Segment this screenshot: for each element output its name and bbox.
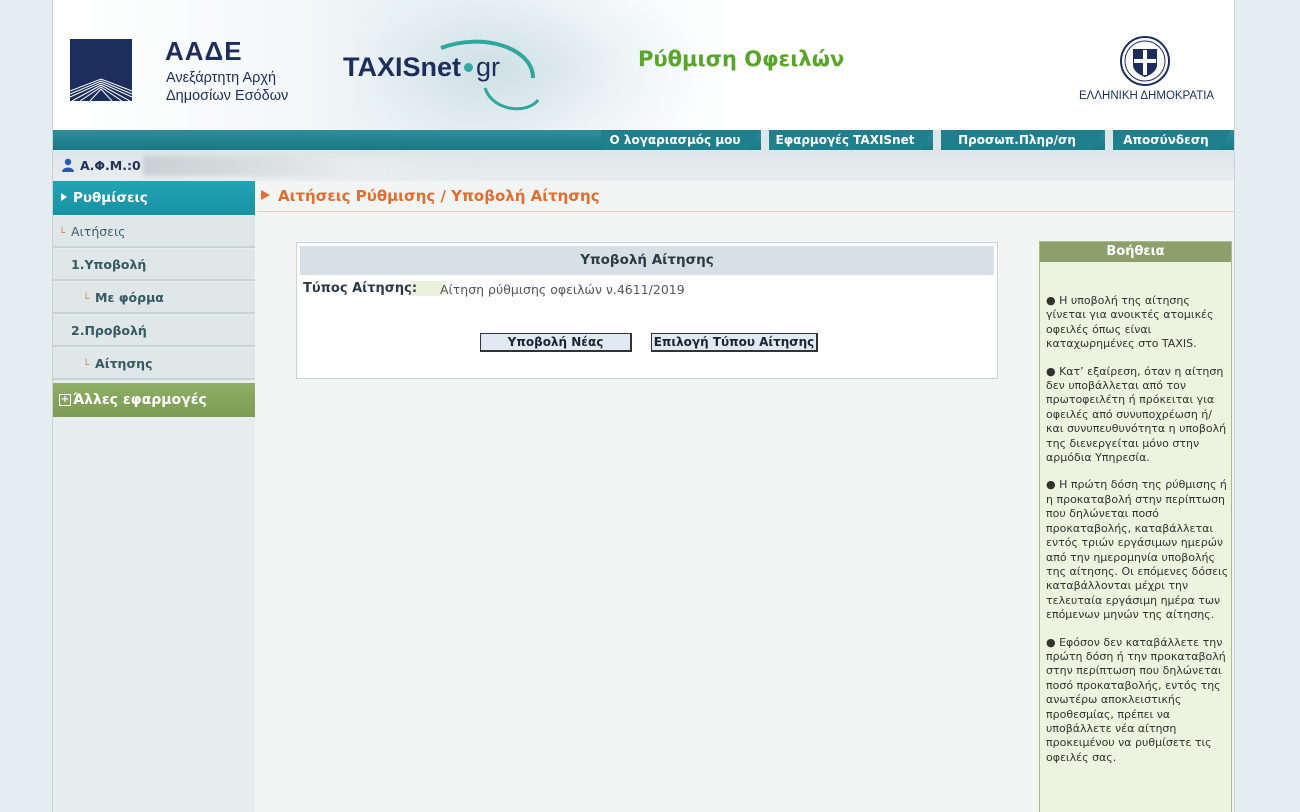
- help-box: Βοήθεια ● Η υποβολή της αίτησης γίνεται …: [1039, 241, 1232, 812]
- branch-icon: └: [83, 360, 90, 371]
- sidebar-item-label: Αιτήσεις: [71, 224, 126, 239]
- nav-tab-personal-info[interactable]: Προσωπ.Πληρ/ση: [941, 130, 1105, 150]
- user-icon: [62, 158, 74, 172]
- afm-label: Α.Φ.Μ.:0: [80, 158, 141, 173]
- help-paragraph: ● Η πρώτη δόση της ρύθμισης ή η προκαταβ…: [1046, 478, 1229, 622]
- taxisnet-logo-main: TAXISnet: [343, 52, 462, 82]
- afm-redacted-value: [143, 156, 483, 176]
- breadcrumb-text: Αιτήσεις Ρύθμισης / Υποβολή Αίτησης: [278, 187, 600, 205]
- sidebar-item-other-apps[interactable]: + Άλλες εφαρμογές: [53, 383, 255, 417]
- taxisnet-logo: TAXISnet gr: [343, 52, 500, 83]
- sidebar-item-with-form[interactable]: └ Με φόρμα: [53, 282, 255, 314]
- sidebar-item-label: Με φόρμα: [95, 290, 164, 305]
- aade-subtitle-line1: Ανεξάρτητη Αρχή: [166, 70, 277, 86]
- nav-separator: [1105, 130, 1113, 150]
- sidebar-item-applications[interactable]: └ Αιτήσεις: [53, 216, 255, 248]
- sidebar-item-label: Άλλες εφαρμογές: [73, 392, 207, 408]
- expand-plus-icon: +: [59, 394, 71, 406]
- triangle-right-icon: [61, 193, 67, 201]
- branch-icon: └: [83, 294, 90, 305]
- aade-title: ΑΑΔΕ: [165, 36, 243, 66]
- breadcrumb: Αιτήσεις Ρύθμισης / Υποβολή Αίτησης: [261, 187, 600, 205]
- user-bar: Α.Φ.Μ.:0: [53, 150, 1234, 181]
- nav-separator: [761, 130, 769, 150]
- aade-logo-icon: [70, 39, 132, 101]
- header: ΑΑΔΕ Ανεξάρτητη Αρχή Δημοσίων Εσόδων TAX…: [53, 0, 1234, 130]
- sidebar: Ρυθμίσεις └ Αιτήσεις 1.Υποβολή └ Με φόρμα …: [53, 181, 255, 812]
- app-title: Ρύθμιση Οφειλών: [638, 47, 845, 71]
- taxisnet-logo-gr: gr: [476, 52, 501, 82]
- nav-tab-taxisnet-apps[interactable]: Εφαρμογές TAXISnet: [769, 130, 933, 150]
- sidebar-item-submit[interactable]: 1.Υποβολή: [53, 249, 255, 281]
- panel-title: Υποβολή Αίτησης: [300, 246, 994, 275]
- sidebar-item-settings[interactable]: Ρυθμίσεις: [53, 181, 255, 215]
- help-title: Βοήθεια: [1040, 242, 1231, 262]
- nav-separator: [933, 130, 941, 150]
- aade-subtitle-line2: Δημοσίων Εσόδων: [166, 88, 289, 104]
- top-navigation: Ο λογαριασμός μου Εφαρμογές TAXISnet Προ…: [53, 130, 1234, 150]
- help-paragraph: ● Η υποβολή της αίτησης γίνεται για ανοι…: [1046, 294, 1214, 351]
- nav-tab-logout[interactable]: Αποσύνδεση: [1113, 130, 1231, 150]
- government-name: ΕΛΛΗΝΙΚΗ ΔΗΜΟΚΡΑΤΙΑ: [1079, 90, 1215, 102]
- page: ΑΑΔΕ Ανεξάρτητη Αρχή Δημοσίων Εσόδων TAX…: [52, 0, 1235, 812]
- breadcrumb-divider: [257, 211, 1234, 212]
- triangle-right-icon: [261, 190, 270, 200]
- sidebar-item-label: Αίτησης: [95, 356, 153, 371]
- submit-new-button[interactable]: Υποβολή Νέας: [480, 333, 632, 352]
- help-paragraph: ● Κατ’ εξαίρεση, όταν η αίτηση δεν υποβά…: [1046, 364, 1227, 465]
- sidebar-item-label: 1.Υποβολή: [71, 257, 147, 272]
- help-body: ● Η υποβολή της αίτησης γίνεται για ανοι…: [1046, 294, 1229, 778]
- help-paragraph: ● Εφόσον δεν καταβάλλετε την πρώτη δόση …: [1046, 635, 1226, 764]
- application-type-label: Τύπος Αίτησης:: [303, 281, 446, 296]
- nav-tab-my-account[interactable]: Ο λογαριασμός μου: [601, 130, 761, 150]
- sidebar-item-label: 2.Προβολή: [71, 323, 147, 338]
- greek-emblem-icon: [1120, 36, 1170, 86]
- sidebar-item-application[interactable]: └ Αίτησης: [53, 348, 255, 380]
- sidebar-item-view[interactable]: 2.Προβολή: [53, 315, 255, 347]
- sidebar-item-label: Ρυθμίσεις: [73, 190, 148, 206]
- application-type-value: Αίτηση ρύθμισης οφειλών ν.4611/2019: [440, 282, 685, 297]
- branch-icon: └: [59, 228, 66, 239]
- submit-application-panel: Υποβολή Αίτησης Τύπος Αίτησης: Αίτηση ρύ…: [296, 242, 998, 379]
- taxisnet-dot-icon: [464, 63, 474, 73]
- select-type-button[interactable]: Επιλογή Τύπου Αίτησης: [651, 333, 818, 352]
